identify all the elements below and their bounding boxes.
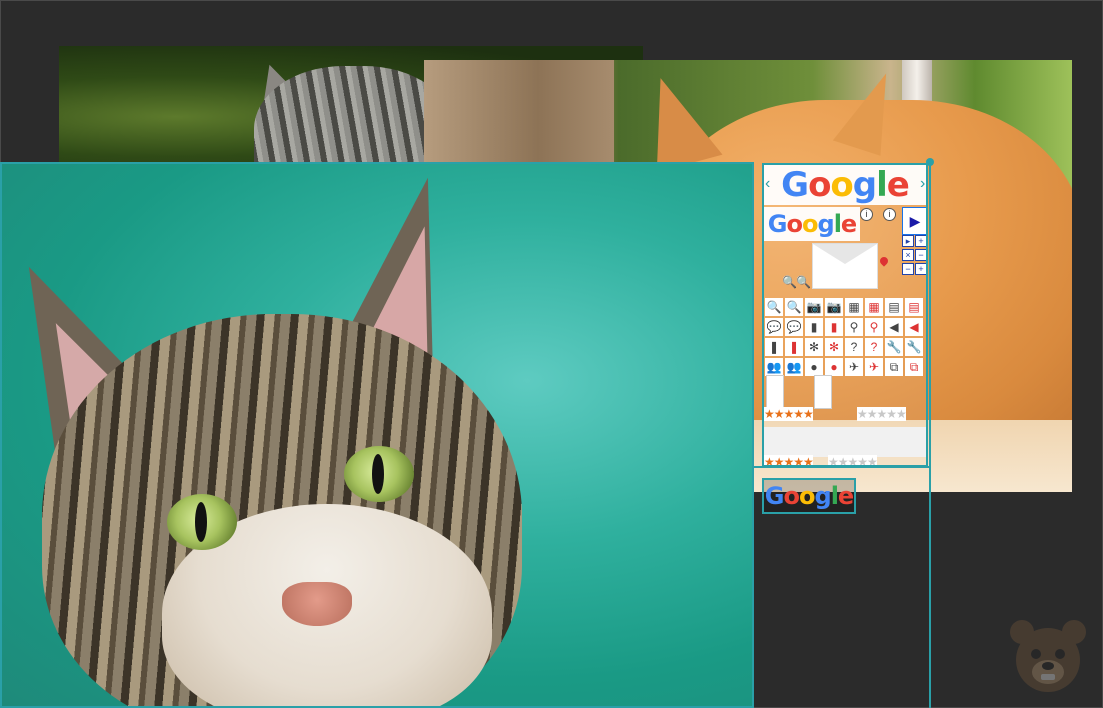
minus-icon: −	[902, 263, 914, 275]
sprite-icon: ❚	[765, 338, 783, 356]
sprite-icon: ✈	[865, 358, 883, 376]
envelope-icon	[812, 243, 878, 289]
wooden-post	[424, 60, 614, 165]
play-icon: ▶	[902, 207, 926, 235]
sprite-icon: ✻	[805, 338, 823, 356]
sprite-icon: 💬	[785, 318, 803, 336]
icon-grid: 🔍 🔍 📷 📷 ▦ ▦ ▤ ▤ 💬 💬 ▮ ▮ ⚲ ⚲ ◀ ◀ ❚ ❚ ✻ ✻?? 🔧 🔧 👥 👥 ● ● ✈ ✈ ⧉ ⧉	[764, 297, 926, 377]
expand-icon: ▸	[902, 235, 914, 247]
search-icon: 🔍	[782, 275, 797, 289]
sprite-icon: ⚲	[845, 318, 863, 336]
google-logo-small: Google	[764, 207, 860, 241]
sprite-icon: 🔧	[905, 338, 923, 356]
sprite-icon: ●	[805, 358, 823, 376]
close-icon: ×	[902, 249, 914, 261]
cat-nose	[282, 582, 352, 626]
map-pin-icon	[878, 255, 890, 267]
sprite-icon: ✻	[825, 338, 843, 356]
sprite-icon: 💬	[765, 318, 783, 336]
sprite-icon: 🔍	[765, 298, 783, 316]
google-logo-text: Google	[781, 165, 910, 205]
sprite-icon: ◀	[885, 318, 903, 336]
sprite-icon: ▦	[865, 298, 883, 316]
selection-guide-horizontal	[754, 466, 930, 468]
sprite-icon: ▮	[825, 318, 843, 336]
cat-eye-left	[167, 494, 237, 550]
sprite-icon: ✈	[845, 358, 863, 376]
sprite-icon: ⧉	[885, 358, 903, 376]
google-logo-text: Google	[764, 482, 854, 510]
minus-icon: −	[915, 249, 926, 261]
sprite-icon: 📷	[805, 298, 823, 316]
sprite-icon: 🔧	[885, 338, 903, 356]
cat-pupil	[195, 502, 207, 542]
cat-eye-right	[344, 446, 414, 502]
arrow-sprite	[766, 375, 784, 409]
plus-icon: +	[915, 263, 926, 275]
gray-bar-sprite	[764, 427, 926, 457]
google-logo-layer[interactable]: Google	[762, 478, 856, 514]
google-logo-text: Google	[767, 210, 857, 238]
info-icon: i	[860, 208, 873, 221]
sprite-icon: ▮	[805, 318, 823, 336]
sprite-icon: ⚲	[865, 318, 883, 336]
sprite-icon: 👥	[765, 358, 783, 376]
sprite-icon: ●	[825, 358, 843, 376]
sprite-icon: ▤	[905, 298, 923, 316]
bear-icon	[1010, 620, 1086, 692]
resize-handle[interactable]	[926, 158, 934, 166]
photo-layer-tabby-front[interactable]	[0, 162, 754, 708]
sprite-icon: ⧉	[905, 358, 923, 376]
search-icon: 🔍	[796, 275, 811, 289]
info-icon: i	[883, 208, 896, 221]
sprite-icon: ▤	[885, 298, 903, 316]
chevron-right-icon: ›	[920, 175, 926, 192]
cat-ear	[633, 67, 723, 173]
sprite-icon: ?	[845, 338, 863, 356]
sprite-icon: 📷	[825, 298, 843, 316]
cat-pupil	[372, 454, 384, 494]
star-rating-gray: ★★★★★	[857, 407, 907, 421]
sprite-icon: ▦	[845, 298, 863, 316]
chevron-left-icon: ‹	[765, 175, 771, 192]
sprite-icon: ❚	[785, 338, 803, 356]
sprite-sheet-layer[interactable]: Google ‹ › Google i i ▶ ▸ + × − − + 🔍 🔍 …	[762, 163, 928, 467]
star-rating-orange: ★★★★★	[764, 407, 814, 421]
google-logo-large: Google	[764, 165, 926, 205]
sprite-icon: ◀	[905, 318, 923, 336]
sprite-icon: ?	[865, 338, 883, 356]
selection-guide-vertical	[929, 163, 931, 708]
sprite-icon: 👥	[785, 358, 803, 376]
sprite-icon: 🔍	[785, 298, 803, 316]
arrow-sprite	[814, 375, 832, 409]
plus-icon: +	[915, 235, 926, 247]
